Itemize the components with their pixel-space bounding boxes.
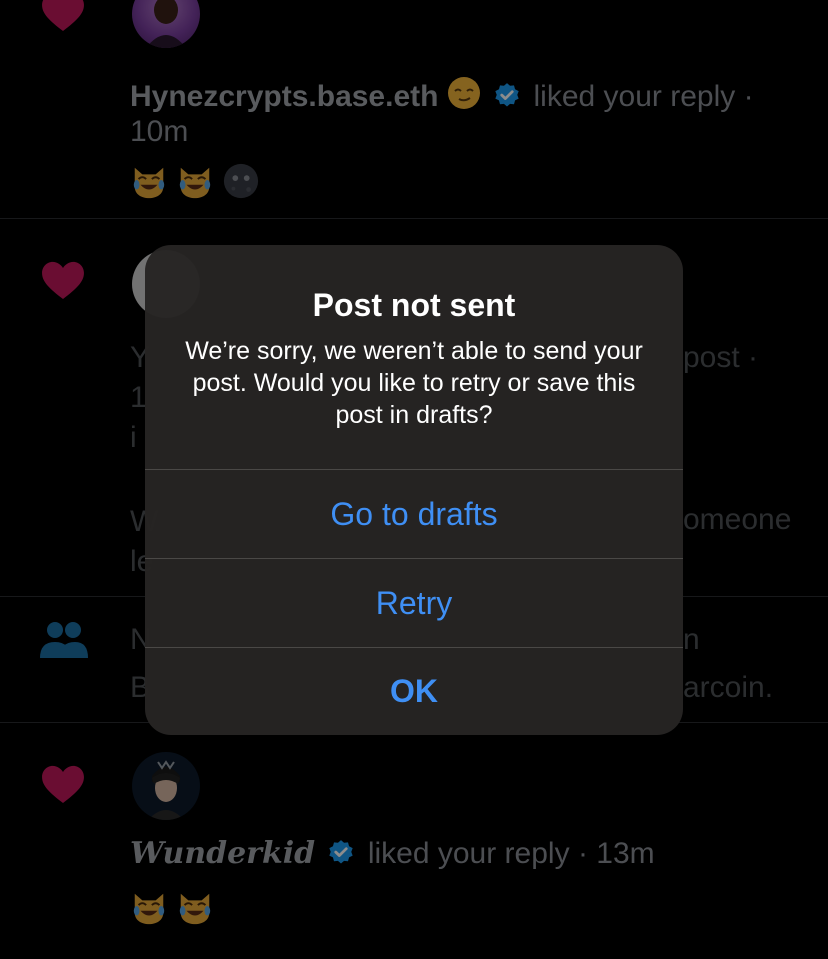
post-not-sent-alert: Post not sent We’re sorry, we weren’t ab… (145, 245, 683, 735)
alert-title: Post not sent (312, 287, 516, 323)
alert-body: Post not sent We’re sorry, we weren’t ab… (145, 245, 683, 469)
alert-message: We’re sorry, we weren’t able to send you… (185, 337, 643, 429)
retry-button[interactable]: Retry (145, 559, 683, 647)
go-to-drafts-button[interactable]: Go to drafts (145, 470, 683, 558)
ok-button[interactable]: OK (145, 647, 683, 735)
